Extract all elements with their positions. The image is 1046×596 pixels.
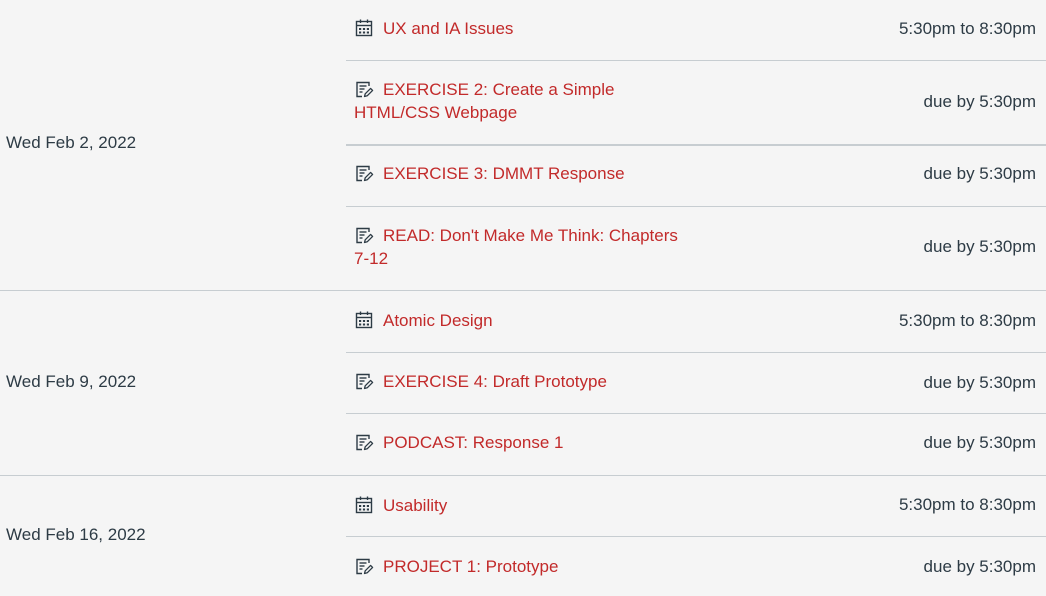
- assignment-title: EXERCISE 3: DMMT Response: [383, 164, 625, 183]
- date-group: Wed Feb 2, 2022 UX and IA Issues 5:30pm …: [0, 0, 1046, 291]
- event-link[interactable]: Atomic Design: [354, 309, 694, 332]
- date-group: Wed Feb 9, 2022 Atomic Design 5:30pm to …: [0, 290, 1046, 475]
- date-label: Wed Feb 9, 2022: [6, 372, 137, 391]
- list-item: READ: Don't Make Me Think: Chapters 7-12…: [346, 207, 1046, 291]
- assignment-title: PROJECT 1: Prototype: [383, 557, 559, 576]
- due-time: due by 5:30pm: [923, 373, 1036, 392]
- date-label: Wed Feb 2, 2022: [6, 133, 137, 152]
- event-time: 5:30pm to 8:30pm: [898, 19, 1036, 38]
- assignment-icon: [356, 434, 374, 451]
- due-time: due by 5:30pm: [923, 92, 1036, 111]
- assignment-title: EXERCISE 2: Create a Simple HTML/CSS Web…: [354, 80, 615, 122]
- due-time: due by 5:30pm: [923, 433, 1036, 452]
- due-time: due by 5:30pm: [923, 237, 1036, 256]
- assignment-icon: [356, 227, 374, 244]
- assignment-link[interactable]: READ: Don't Make Me Think: Chapters 7-12: [354, 224, 694, 270]
- assignment-title: PODCAST: Response 1: [383, 433, 564, 452]
- assignment-icon: [356, 373, 374, 390]
- list-item: Usability 5:30pm to 8:30pm: [346, 476, 1046, 537]
- list-item: PODCAST: Response 1 due by 5:30pm: [346, 414, 1046, 476]
- calendar-icon: [355, 19, 373, 37]
- schedule-page: Wed Feb 2, 2022 UX and IA Issues 5:30pm …: [0, 0, 1046, 595]
- date-group: Wed Feb 16, 2022 Usability 5:30pm to 8:3…: [0, 475, 1046, 595]
- calendar-icon: [355, 311, 373, 329]
- event-link[interactable]: Usability: [354, 494, 694, 517]
- assignment-icon: [356, 81, 374, 98]
- list-item: PROJECT 1: Prototype due by 5:30pm: [346, 537, 1046, 596]
- event-link[interactable]: UX and IA Issues: [354, 17, 694, 40]
- list-item: Atomic Design 5:30pm to 8:30pm: [346, 291, 1046, 353]
- event-time: 5:30pm to 8:30pm: [898, 495, 1036, 514]
- due-time: due by 5:30pm: [923, 164, 1036, 183]
- assignment-link[interactable]: PODCAST: Response 1: [354, 431, 694, 454]
- event-title: Usability: [383, 496, 448, 515]
- event-title: UX and IA Issues: [383, 19, 514, 38]
- assignment-title: EXERCISE 4: Draft Prototype: [383, 372, 607, 391]
- assignment-link[interactable]: EXERCISE 4: Draft Prototype: [354, 370, 694, 393]
- list-item: EXERCISE 3: DMMT Response due by 5:30pm: [346, 146, 1046, 207]
- date-label: Wed Feb 16, 2022: [6, 525, 146, 544]
- event-time: 5:30pm to 8:30pm: [898, 311, 1036, 330]
- list-item: EXERCISE 2: Create a Simple HTML/CSS Web…: [346, 61, 1046, 146]
- due-time: due by 5:30pm: [923, 557, 1036, 576]
- event-title: Atomic Design: [383, 311, 493, 330]
- assignment-title: READ: Don't Make Me Think: Chapters 7-12: [354, 226, 678, 268]
- assignment-icon: [356, 165, 374, 182]
- assignment-link[interactable]: EXERCISE 3: DMMT Response: [354, 162, 694, 185]
- list-item: EXERCISE 4: Draft Prototype due by 5:30p…: [346, 353, 1046, 414]
- calendar-icon: [355, 496, 373, 514]
- assignment-link[interactable]: EXERCISE 2: Create a Simple HTML/CSS Web…: [354, 78, 694, 124]
- assignment-link[interactable]: PROJECT 1: Prototype: [354, 555, 694, 578]
- assignment-icon: [356, 558, 374, 575]
- list-item: UX and IA Issues 5:30pm to 8:30pm: [346, 0, 1046, 61]
